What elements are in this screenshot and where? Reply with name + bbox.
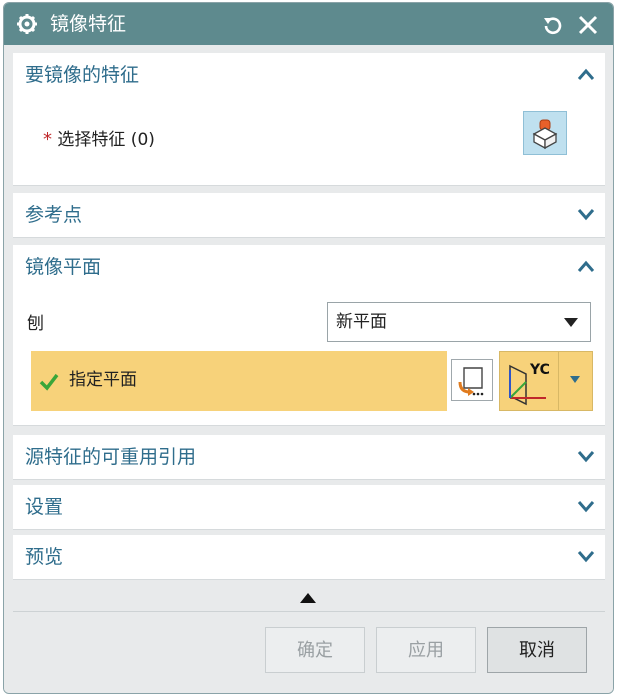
footer-divider — [13, 611, 605, 612]
yc-plane-icon: YC — [509, 362, 550, 406]
select-feature-button[interactable] — [523, 111, 567, 155]
split-divider — [558, 352, 559, 410]
required-mark: * — [43, 129, 52, 150]
ok-button[interactable]: 确定 — [265, 627, 365, 673]
dropdown-arrow-icon[interactable] — [570, 376, 580, 383]
chevron-down-icon[interactable] — [577, 449, 595, 463]
dropdown-arrow-icon — [564, 318, 578, 327]
section-reusable-references: 源特征的可重用引用 — [13, 435, 605, 480]
plane-select-value: 新平面 — [336, 312, 387, 332]
section-label: 要镜像的特征 — [25, 64, 140, 86]
section-label: 设置 — [25, 496, 64, 518]
section-label: 镜像平面 — [25, 256, 102, 278]
chevron-down-icon[interactable] — [577, 499, 595, 513]
section-mirror-plane: 镜像平面 刨 新平面 指定平面 YC — [13, 245, 605, 426]
title-bar: 镜像特征 — [4, 3, 613, 45]
select-feature-label: * 选择特征 (0) — [43, 129, 155, 150]
section-header-settings[interactable]: 设置 — [13, 485, 605, 529]
feature-select-icon — [532, 119, 558, 150]
section-header-reference-point[interactable]: 参考点 — [13, 193, 605, 237]
plane-label: 刨 — [27, 314, 44, 334]
collapse-arrow-icon[interactable] — [300, 593, 316, 603]
chevron-down-icon[interactable] — [577, 207, 595, 221]
section-preview: 预览 — [13, 535, 605, 580]
plane-type-button[interactable]: YC — [499, 351, 593, 411]
section-header-mirror-features[interactable]: 要镜像的特征 — [13, 53, 605, 97]
apply-button[interactable]: 应用 — [376, 627, 476, 673]
yc-icon-text: YC — [529, 362, 550, 378]
section-header-preview[interactable]: 预览 — [13, 535, 605, 579]
section-label: 参考点 — [25, 204, 83, 226]
checkmark-icon — [39, 373, 59, 391]
section-label: 预览 — [25, 546, 64, 568]
section-reference-point: 参考点 — [13, 193, 605, 238]
chevron-down-icon[interactable] — [577, 549, 595, 563]
mirror-feature-dialog: 镜像特征 要镜像的特征 * 选择特征 (0) 参考点 镜像平面 刨 新平面 指定… — [3, 2, 614, 694]
dialog-footer: 确定 应用 取消 — [4, 581, 613, 693]
section-header-mirror-plane[interactable]: 镜像平面 — [13, 245, 605, 289]
specify-plane-row[interactable]: 指定平面 — [31, 351, 447, 411]
gear-icon — [17, 14, 37, 34]
cancel-button[interactable]: 取消 — [487, 627, 587, 673]
section-header-reusable-references[interactable]: 源特征的可重用引用 — [13, 435, 605, 479]
chevron-up-icon[interactable] — [577, 259, 595, 273]
chevron-up-icon[interactable] — [577, 67, 595, 81]
section-settings: 设置 — [13, 485, 605, 530]
section-mirror-features: 要镜像的特征 * 选择特征 (0) — [13, 53, 605, 186]
plane-dialog-button[interactable] — [451, 359, 493, 401]
plane-select[interactable]: 新平面 — [327, 302, 591, 342]
dialog-title: 镜像特征 — [50, 13, 127, 35]
plane-dialog-icon — [458, 367, 484, 396]
section-label: 源特征的可重用引用 — [25, 446, 197, 468]
reset-icon[interactable] — [540, 13, 564, 37]
close-icon[interactable] — [576, 13, 600, 37]
specify-plane-label: 指定平面 — [69, 370, 137, 390]
